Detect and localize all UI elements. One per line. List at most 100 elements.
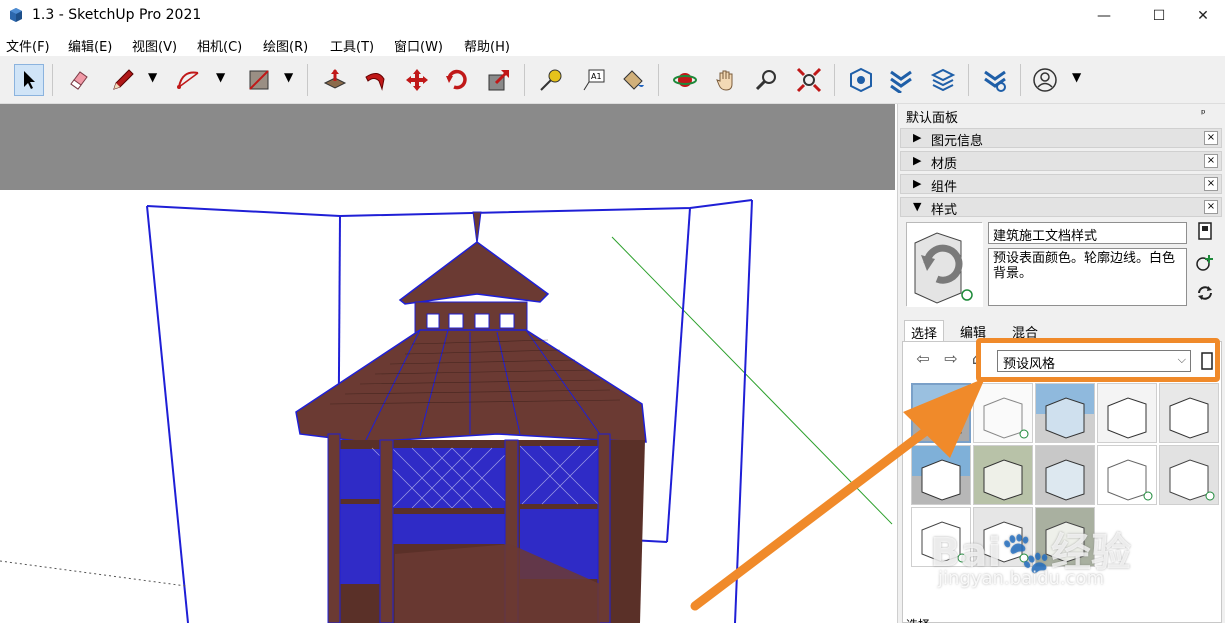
select-arrow-icon (24, 71, 35, 89)
account-button[interactable] (1030, 64, 1060, 96)
panel-components[interactable]: ▶ 组件 × (900, 174, 1222, 195)
style-thumbnail[interactable] (973, 445, 1033, 505)
account-dropdown-icon[interactable]: ▼ (1072, 70, 1081, 84)
style-thumbnail[interactable] (911, 383, 971, 443)
watermark-url: jingyan.baidu.com (938, 568, 1105, 589)
menu-draw[interactable]: 绘图(R) (263, 36, 308, 55)
menu-view[interactable]: 视图(V) (132, 36, 177, 55)
follow-me-icon (365, 73, 385, 91)
style-thumbnail[interactable] (1159, 445, 1219, 505)
modeling-viewport[interactable] (0, 104, 895, 623)
menu-file[interactable]: 文件(F) (6, 36, 50, 55)
panel-entity-info[interactable]: ▶ 图元信息 × (900, 128, 1222, 149)
move-icon (406, 69, 428, 91)
orbit-icon (673, 73, 697, 87)
tray-pin-icon[interactable]: ᵖ (1201, 107, 1206, 120)
rectangle-icon (249, 70, 269, 90)
extension-manager-button[interactable] (980, 64, 1010, 96)
extension-manager-icon (984, 70, 1006, 92)
scale-icon (488, 69, 510, 91)
panel-components-label: 组件 (931, 180, 958, 195)
arc-tool-button[interactable] (174, 64, 204, 96)
toolbar-separator (307, 64, 308, 96)
style-thumbnail[interactable] (1097, 383, 1157, 443)
style-name-field[interactable]: 建筑施工文档样式 (988, 222, 1187, 244)
update-style-icon[interactable] (1196, 284, 1214, 302)
warehouse-icon (850, 67, 872, 93)
rotate-icon (446, 69, 467, 90)
zoom-extents-tool-button[interactable] (794, 64, 824, 96)
collapsed-triangle-icon: ▶ (913, 131, 922, 144)
current-style-thumbnail[interactable] (906, 222, 983, 307)
save-style-icon[interactable] (1196, 222, 1214, 240)
panel-close-icon[interactable]: × (1204, 131, 1218, 145)
paint-bucket-tool-button[interactable] (618, 64, 648, 96)
toolbar-separator (524, 64, 525, 96)
minimize-button[interactable]: — (1082, 2, 1126, 30)
style-thumbnail[interactable] (973, 383, 1033, 443)
orbit-tool-button[interactable] (670, 64, 700, 96)
push-pull-tool-button[interactable] (320, 64, 350, 96)
menu-tools[interactable]: 工具(T) (330, 36, 374, 55)
style-thumbnail[interactable] (1097, 445, 1157, 505)
maximize-button[interactable]: ☐ (1137, 2, 1181, 30)
pencil-icon (113, 69, 134, 90)
user-profile-icon (1033, 68, 1057, 92)
style-update-icon (907, 223, 983, 307)
line-tool-button[interactable] (108, 64, 138, 96)
extension-warehouse-button[interactable] (886, 64, 916, 96)
style-thumbnail[interactable] (1159, 383, 1219, 443)
components-button[interactable] (928, 64, 958, 96)
menu-camera[interactable]: 相机(C) (197, 36, 242, 55)
collapsed-triangle-icon: ▶ (913, 154, 922, 167)
svg-text:A1: A1 (591, 72, 602, 81)
panel-styles-label: 样式 (931, 203, 958, 218)
components-stack-icon (930, 68, 956, 92)
extension-warehouse-icon (890, 70, 912, 93)
tab-select[interactable]: 选择 (904, 320, 945, 342)
tape-measure-tool-button[interactable] (536, 64, 566, 96)
arc-icon (177, 71, 199, 89)
close-window-button[interactable]: ✕ (1181, 2, 1225, 30)
title-bar: 1.3 - SketchUp Pro 2021 — ☐ ✕ (0, 0, 1225, 32)
scale-tool-button[interactable] (484, 64, 514, 96)
eraser-tool-button[interactable] (64, 64, 94, 96)
style-thumbnail[interactable] (1035, 445, 1095, 505)
expanded-triangle-icon: ▼ (913, 200, 922, 213)
move-tool-button[interactable] (402, 64, 432, 96)
follow-me-tool-button[interactable] (360, 64, 390, 96)
panel-materials[interactable]: ▶ 材质 × (900, 151, 1222, 172)
menu-window[interactable]: 窗口(W) (394, 36, 443, 55)
text-tool-button[interactable]: A1 (578, 64, 608, 96)
arc-tool-dropdown-icon[interactable]: ▼ (216, 70, 225, 84)
rectangle-tool-dropdown-icon[interactable]: ▼ (284, 70, 293, 84)
baidu-jingyan-watermark: Bai🐾经验 jingyan.baidu.com (930, 520, 1170, 595)
panel-close-icon[interactable]: × (1204, 177, 1218, 191)
style-thumbnail[interactable] (1035, 383, 1095, 443)
menu-edit[interactable]: 编辑(E) (68, 36, 112, 55)
rectangle-tool-button[interactable] (244, 64, 274, 96)
panel-close-icon[interactable]: × (1204, 200, 1218, 214)
select-tool-button[interactable] (14, 64, 44, 96)
main-toolbar: ▼ ▼ ▼ A1 ▼ (0, 56, 1225, 104)
gazebo-model-view (0, 199, 893, 623)
bottom-panel-label: 选择 (906, 616, 930, 623)
zoom-tool-button[interactable] (752, 64, 782, 96)
style-thumbnail[interactable] (911, 445, 971, 505)
panel-styles[interactable]: ▼ 样式 × (900, 197, 1222, 218)
style-description-field[interactable]: 预设表面颜色。轮廓边线。白色背景。 (988, 248, 1187, 306)
create-style-icon[interactable] (1196, 254, 1214, 272)
forward-arrow-icon[interactable]: ⇨ (942, 350, 960, 368)
panel-close-icon[interactable]: × (1204, 154, 1218, 168)
collapsed-triangle-icon: ▶ (913, 177, 922, 190)
panel-entity-info-label: 图元信息 (931, 134, 984, 149)
window-title: 1.3 - SketchUp Pro 2021 (32, 7, 202, 23)
3d-warehouse-button[interactable] (846, 64, 876, 96)
rotate-tool-button[interactable] (442, 64, 472, 96)
menu-help[interactable]: 帮助(H) (464, 36, 510, 55)
line-tool-dropdown-icon[interactable]: ▼ (148, 70, 157, 84)
toolbar-separator (968, 64, 969, 96)
toolbar-separator (834, 64, 835, 96)
back-arrow-icon[interactable]: ⇦ (914, 350, 932, 368)
pan-tool-button[interactable] (712, 64, 742, 96)
